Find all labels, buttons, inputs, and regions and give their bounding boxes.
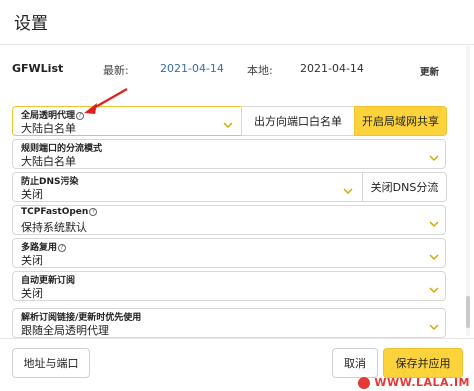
latest-label: 最新: <box>103 64 129 77</box>
chevron-down-icon <box>343 188 353 195</box>
rule-port-mode-value: 大陆白名单 <box>21 155 76 168</box>
gfwlist-name: GFWList <box>12 62 64 75</box>
local-label: 本地: <box>247 64 273 77</box>
chevron-down-icon <box>429 254 439 261</box>
multiplex-value: 关闭 <box>21 254 43 267</box>
tcp-fastopen-label-wrap: TCPFastOpen? <box>21 207 98 217</box>
chevron-down-icon <box>223 122 233 129</box>
scrollbar-thumb[interactable] <box>466 296 470 328</box>
latest-date: 2021-04-14 <box>160 62 224 75</box>
chevron-down-icon <box>429 221 439 228</box>
dns-pollution-select[interactable]: 防止DNS污染 关闭 <box>13 173 363 201</box>
help-icon[interactable]: ? <box>89 208 98 216</box>
chevron-down-icon <box>429 155 439 162</box>
dns-pollution-value: 关闭 <box>21 188 43 201</box>
dns-pollution-field: 防止DNS污染 关闭 关闭DNS分流 <box>12 172 447 202</box>
tcp-fastopen-value: 保持系统默认 <box>21 221 87 234</box>
tcp-fastopen-label: TCPFastOpen <box>21 207 89 217</box>
help-icon[interactable]: ? <box>58 244 67 252</box>
lan-share-button[interactable]: 开启局域网共享 <box>354 106 447 136</box>
watermark-text: WWW.LALA.IM <box>374 376 470 389</box>
update-button[interactable]: 更新 <box>420 64 439 78</box>
global-proxy-value: 大陆白名单 <box>21 122 76 135</box>
chevron-down-icon <box>429 324 439 331</box>
title-divider <box>0 44 474 45</box>
subscription-parse-priority-value: 跟随全局透明代理 <box>21 324 109 337</box>
gfwlist-row: GFWList 最新: 2021-04-14 本地: 2021-04-14 更新 <box>0 62 474 78</box>
global-proxy-field: 全局透明代理? 大陆白名单 出方向端口白名单 开启局域网共享 <box>12 106 447 136</box>
watermark-logo-icon <box>358 376 371 389</box>
annotation-arrow-icon <box>84 88 128 114</box>
watermark: WWW.LALA.IM <box>340 374 474 391</box>
auto-update-subscription-field[interactable]: 自动更新订阅 关闭 <box>12 271 446 301</box>
address-port-button[interactable]: 地址与端口 <box>12 348 90 378</box>
multiplex-field[interactable]: 多路复用? 关闭 <box>12 238 446 268</box>
rule-port-mode-field[interactable]: 规则端口的分流模式 大陆白名单 <box>12 139 446 169</box>
subscription-parse-priority-field[interactable]: 解析订阅链接/更新时优先使用 跟随全局透明代理 <box>12 308 446 338</box>
tcp-fastopen-field[interactable]: TCPFastOpen? 保持系统默认 <box>12 205 446 235</box>
footer-divider <box>0 338 474 339</box>
outbound-port-whitelist-button[interactable]: 出方向端口白名单 <box>241 106 355 136</box>
auto-update-subscription-value: 关闭 <box>21 287 43 300</box>
dns-split-off-button[interactable]: 关闭DNS分流 <box>362 172 447 202</box>
scrollbar[interactable] <box>466 46 470 336</box>
local-date: 2021-04-14 <box>300 62 364 75</box>
chevron-down-icon <box>429 287 439 294</box>
dialog-title: 设置 <box>14 14 48 34</box>
